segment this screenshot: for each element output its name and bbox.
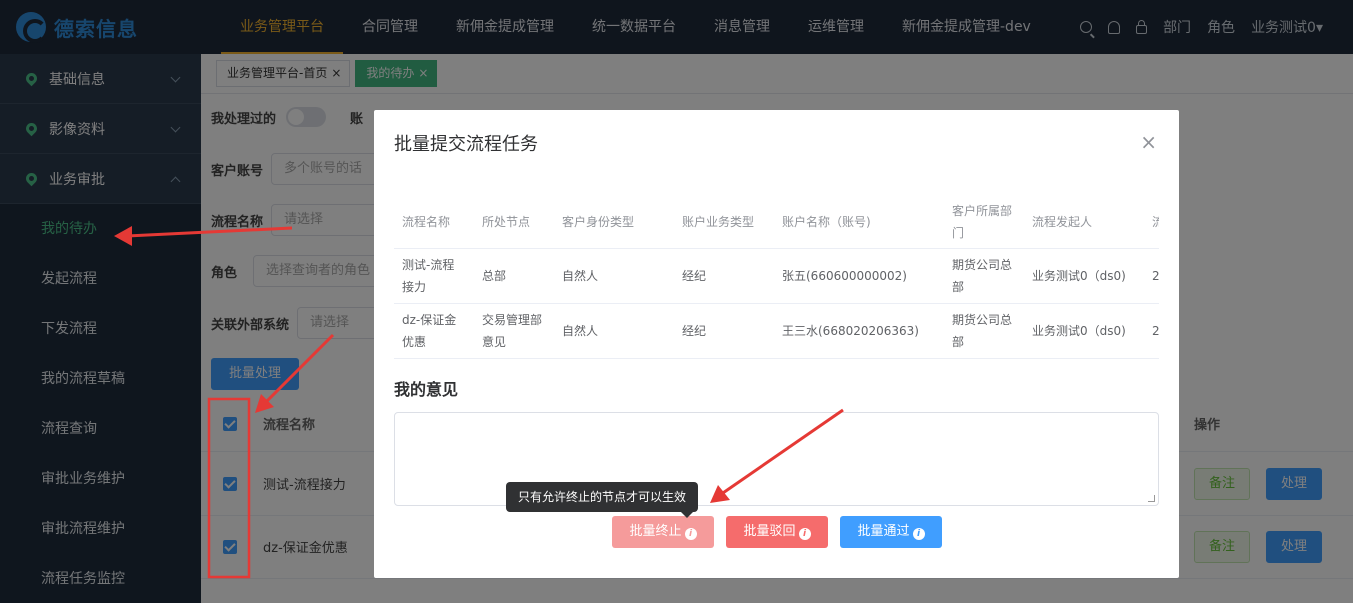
opinion-label: 我的意见	[394, 380, 459, 399]
cell-department: 期货公司总部	[944, 303, 1024, 359]
column-header: 账户名称（账号)	[774, 196, 944, 249]
cell-account: 张五(660600000002)	[774, 248, 944, 304]
close-icon[interactable]: ×	[1140, 130, 1157, 154]
cell-node: 交易管理部意见	[474, 303, 554, 359]
cell-business-type: 经纪	[674, 303, 774, 359]
column-header: 流程发起人	[1024, 196, 1144, 249]
cell-customer-type: 自然人	[554, 303, 674, 359]
batch-submit-dialog: 批量提交流程任务 × 流程名称 所处节点 客户身份类型 账户业务类型 账户名称（…	[374, 110, 1179, 578]
button-label: 批量终止	[629, 524, 682, 539]
column-header: 流程名称	[394, 196, 474, 249]
button-label: 批量通过	[857, 524, 910, 539]
column-header: 流	[1144, 196, 1159, 249]
info-icon: i	[912, 528, 925, 540]
cell-account: 王三水(668020206363)	[774, 303, 944, 359]
cell-flow-name: dz-保证金优惠	[394, 303, 474, 359]
cell-initiator: 业务测试0（ds0)	[1024, 303, 1144, 359]
batch-terminate-button[interactable]: 批量终止 i	[612, 516, 714, 548]
column-header: 客户所属部门	[944, 196, 1024, 249]
cell-node: 总部	[474, 248, 554, 304]
column-header: 账户业务类型	[674, 196, 774, 249]
info-icon: i	[798, 528, 811, 540]
column-header: 所处节点	[474, 196, 554, 249]
column-header: 客户身份类型	[554, 196, 674, 249]
table-row: 测试-流程接力 总部 自然人 经纪 张五(660600000002) 期货公司总…	[394, 248, 1159, 304]
dialog-title: 批量提交流程任务	[394, 134, 538, 155]
cell-department: 期货公司总部	[944, 248, 1024, 304]
button-label: 批量驳回	[743, 524, 796, 539]
cell-initiator: 业务测试0（ds0)	[1024, 248, 1144, 304]
cell-truncated: 2	[1144, 303, 1159, 359]
table-row: dz-保证金优惠 交易管理部意见 自然人 经纪 王三水(668020206363…	[394, 303, 1159, 359]
info-icon: i	[684, 528, 697, 540]
cell-truncated: 2	[1144, 248, 1159, 304]
task-table-header: 流程名称 所处节点 客户身份类型 账户业务类型 账户名称（账号) 客户所属部门 …	[394, 196, 1159, 249]
batch-reject-button[interactable]: 批量驳回 i	[726, 516, 828, 548]
batch-approve-button[interactable]: 批量通过 i	[840, 516, 942, 548]
task-table: 流程名称 所处节点 客户身份类型 账户业务类型 账户名称（账号) 客户所属部门 …	[394, 196, 1159, 359]
cell-customer-type: 自然人	[554, 248, 674, 304]
cell-flow-name: 测试-流程接力	[394, 248, 474, 304]
cell-business-type: 经纪	[674, 248, 774, 304]
terminate-tooltip: 只有允许终止的节点才可以生效	[506, 482, 698, 518]
